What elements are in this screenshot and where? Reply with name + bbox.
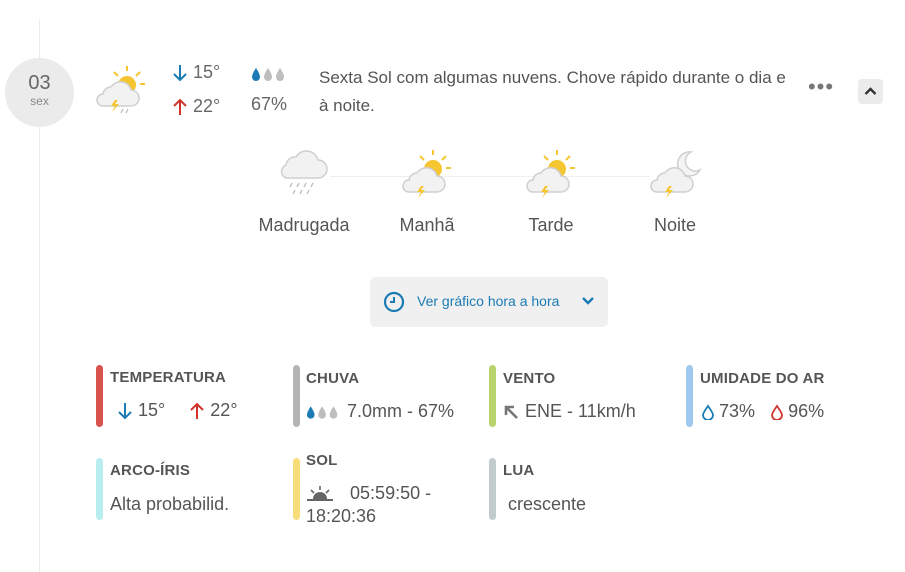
period-label: Noite <box>653 215 697 235</box>
sun-times: 05:59:50 - <box>306 483 431 504</box>
period-label: Manhã <box>399 215 455 235</box>
rainbow-title: ARCO-ÍRIS <box>110 462 191 479</box>
rainbow-value: Alta probabilid. <box>110 494 230 514</box>
wind-title: VENTO <box>503 370 556 387</box>
arrow-up-icon <box>190 402 204 420</box>
drop-outline-icon <box>771 404 783 422</box>
chevron-down-icon <box>582 297 594 305</box>
temp-max-value: 22° <box>193 96 221 116</box>
moon-phase: crescente <box>508 494 587 514</box>
humidity-max: 96% <box>788 401 825 421</box>
temperature-max: 22° <box>210 400 238 420</box>
collapse-button[interactable] <box>858 79 883 104</box>
period-manha: Manhã <box>377 148 477 236</box>
wind-color-bar <box>489 365 496 427</box>
wind-value: ENE - 11km/h <box>525 401 636 421</box>
sun-title: SOL <box>306 452 338 469</box>
temperature-color-bar <box>96 365 103 427</box>
temp-max: 22° <box>172 96 220 117</box>
period-tarde: Tarde <box>501 148 601 236</box>
hourly-chart-label: Ver gráfico hora a hora <box>417 293 560 309</box>
chevron-up-icon <box>864 87 877 95</box>
sunrise-time: 05:59:50 - <box>350 483 432 503</box>
rain-color-bar <box>293 365 300 427</box>
rainbow-color-bar <box>96 458 103 520</box>
moon-cloud-thunder-icon <box>650 151 702 198</box>
arrow-down-icon <box>118 403 132 420</box>
sunset-time: 18:20:36 <box>306 506 377 526</box>
humidity-title: UMIDADE DO AR <box>700 370 825 387</box>
rain-cloud-icon <box>280 150 328 195</box>
wind-values: ENE - 11km/h <box>502 401 636 422</box>
more-options-button[interactable]: ••• <box>805 76 837 100</box>
rain-drops-icon <box>251 66 289 87</box>
sun-cloud-thunder-icon <box>402 150 451 198</box>
temp-min: 15° <box>172 62 220 83</box>
sun-cloud-thunder-icon <box>95 64 147 119</box>
arrow-down-icon <box>173 65 187 82</box>
period-label: Madrugada <box>258 215 350 235</box>
temp-min-value: 15° <box>193 62 221 82</box>
hourly-chart-button[interactable]: Ver gráfico hora a hora <box>370 277 608 327</box>
rain-drops-icon <box>306 406 338 419</box>
date-number: 03 <box>28 72 51 94</box>
day-description: Sexta Sol com algumas nuvens. Chove rápi… <box>319 68 786 115</box>
sunrise-icon <box>307 486 333 502</box>
sun-cloud-thunder-icon <box>526 150 575 198</box>
humidity-min: 73% <box>719 401 756 421</box>
temperature-title: TEMPERATURA <box>110 369 227 386</box>
moon-color-bar <box>489 458 496 520</box>
wind-direction-arrow-icon <box>504 405 518 420</box>
period-noite: Noite <box>625 148 725 236</box>
drop-outline-icon <box>702 404 714 422</box>
rain-value: 7.0mm - 67% <box>347 401 455 421</box>
rain-title: CHUVA <box>306 370 360 387</box>
temperature-values: 15° 22° <box>117 400 238 421</box>
arrow-up-icon <box>173 98 187 116</box>
rain-values: 7.0mm - 67% <box>306 401 454 422</box>
humidity-color-bar <box>686 365 693 427</box>
date-badge: 03 sex <box>5 58 74 127</box>
temperature-min: 15° <box>138 400 166 420</box>
humidity-values: 73% 96% <box>702 401 824 422</box>
rain-probability: 67% <box>251 94 288 114</box>
period-label: Tarde <box>528 215 574 235</box>
period-madrugada: Madrugada <box>254 148 354 236</box>
clock-icon <box>383 291 405 313</box>
weekday-label: sex <box>30 94 49 108</box>
moon-title: LUA <box>503 462 535 479</box>
sun-color-bar <box>293 458 300 520</box>
